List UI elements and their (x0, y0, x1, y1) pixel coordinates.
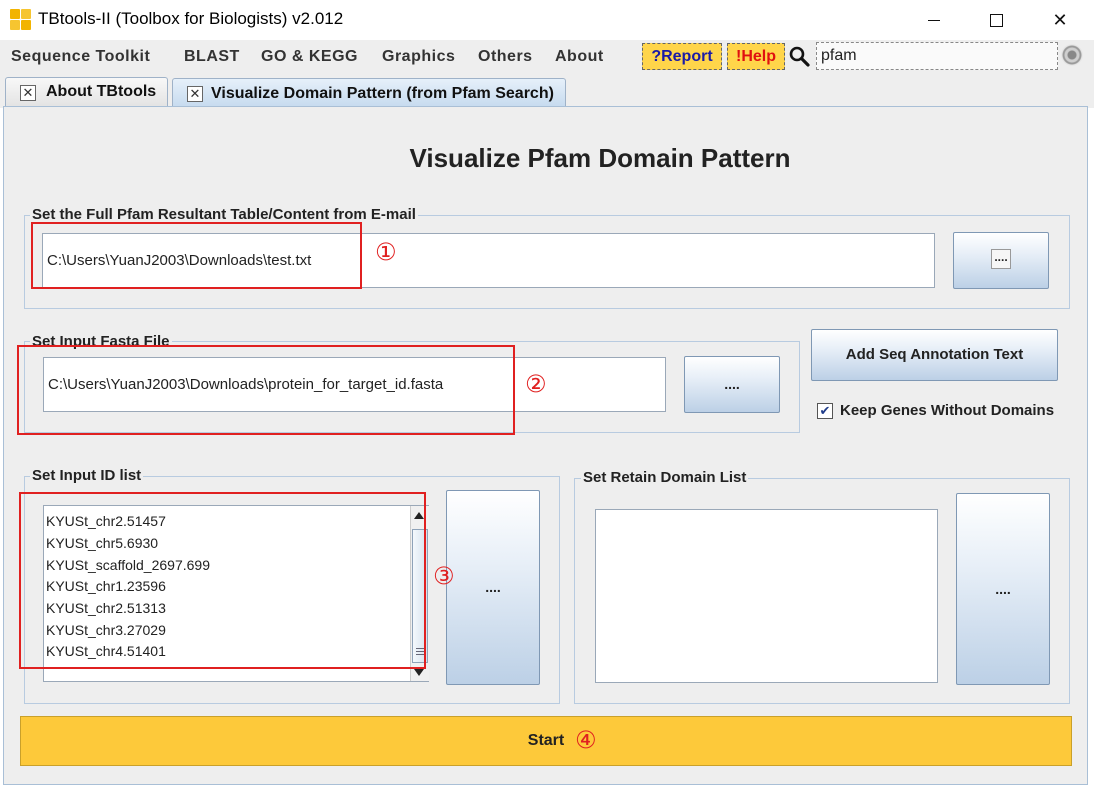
id-list-browse-button[interactable]: .... (446, 490, 540, 685)
help-button[interactable]: !Help (727, 43, 785, 70)
busy-indicator-icon (1061, 44, 1083, 66)
list-item[interactable]: KYUSt_chr4.51401 (46, 643, 166, 659)
annotation-marker-4: ④ (575, 726, 597, 754)
menu-go-kegg[interactable]: GO & KEGG (261, 48, 358, 66)
window-title: TBtools-II (Toolbox for Biologists) v2.0… (38, 9, 344, 28)
retain-domain-browse-button[interactable]: .... (956, 493, 1050, 685)
scroll-down-arrow-icon[interactable] (414, 669, 424, 676)
search-icon[interactable] (788, 45, 812, 69)
list-item[interactable]: KYUSt_chr5.6930 (46, 535, 158, 551)
annotation-marker-1: ① (375, 238, 397, 266)
retain-domain-group-title: Set Retain Domain List (581, 469, 749, 486)
tab-close-icon[interactable]: ✕ (20, 85, 36, 101)
list-item[interactable]: KYUSt_chr1.23596 (46, 578, 166, 594)
id-list-box[interactable]: KYUSt_chr2.51457 KYUSt_chr5.6930 KYUSt_s… (43, 505, 429, 682)
pfam-table-browse-button[interactable]: .... (953, 232, 1049, 289)
keep-genes-checkbox[interactable]: ✔ (817, 403, 833, 419)
list-item[interactable]: KYUSt_chr2.51457 (46, 513, 166, 529)
fasta-path-input[interactable] (43, 357, 666, 412)
fasta-group-title: Set Input Fasta File (30, 333, 172, 350)
menu-graphics[interactable]: Graphics (382, 48, 455, 66)
add-seq-annotation-button[interactable]: Add Seq Annotation Text (811, 329, 1058, 381)
close-window-button[interactable]: ✕ (1032, 0, 1088, 40)
annotation-marker-2: ② (525, 370, 547, 398)
fasta-browse-button[interactable]: .... (684, 356, 780, 413)
scroll-up-arrow-icon[interactable] (414, 512, 424, 519)
id-list-scrollbar[interactable] (410, 506, 429, 681)
minimize-button[interactable] (906, 0, 962, 40)
tab-close-icon[interactable]: ✕ (187, 86, 203, 102)
keep-genes-label: Keep Genes Without Domains (840, 402, 1055, 419)
id-list-group-title: Set Input ID list (30, 467, 144, 484)
report-button[interactable]: ?Report (642, 43, 722, 70)
menu-sequence-toolkit[interactable]: Sequence Toolkit (11, 48, 150, 66)
pfam-table-path-input[interactable] (42, 233, 935, 288)
browse-dots: .... (991, 249, 1011, 269)
list-item[interactable]: KYUSt_chr2.51313 (46, 600, 166, 616)
tab-label: About TBtools (46, 83, 157, 100)
retain-domain-list-box[interactable] (595, 509, 938, 683)
minimize-icon (928, 20, 940, 21)
scrollbar-thumb[interactable] (412, 529, 428, 663)
tool-search-input[interactable] (816, 42, 1058, 70)
tbtools-logo-icon (10, 9, 32, 31)
tab-about-tbtools[interactable]: ✕ About TBtools (5, 77, 168, 108)
page-title: Visualize Pfam Domain Pattern (409, 143, 791, 173)
menu-about[interactable]: About (555, 48, 604, 66)
menu-blast[interactable]: BLAST (184, 48, 240, 66)
start-button[interactable]: Start (20, 716, 1072, 766)
list-item[interactable]: KYUSt_scaffold_2697.699 (46, 557, 210, 573)
tab-visualize-domain-pattern[interactable]: ✕ Visualize Domain Pattern (from Pfam Se… (172, 78, 566, 109)
maximize-button[interactable] (968, 0, 1024, 40)
pfam-table-group-title: Set the Full Pfam Resultant Table/Conten… (30, 206, 418, 223)
annotation-marker-3: ③ (433, 562, 455, 590)
list-item[interactable]: KYUSt_chr3.27029 (46, 622, 166, 638)
tab-label: Visualize Domain Pattern (from Pfam Sear… (211, 85, 554, 102)
menu-others[interactable]: Others (478, 48, 533, 66)
maximize-icon (990, 14, 1003, 27)
